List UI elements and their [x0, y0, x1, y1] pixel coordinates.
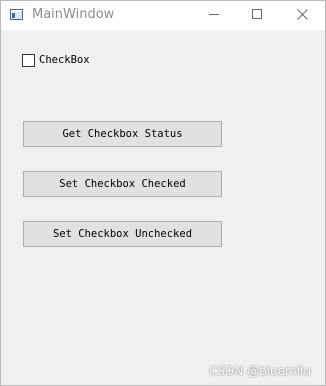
- maximize-button[interactable]: [237, 1, 283, 30]
- close-button[interactable]: [281, 1, 326, 30]
- window-title: MainWindow: [32, 7, 115, 22]
- watermark: CSDN @bluemliu: [209, 364, 311, 378]
- set-checkbox-unchecked-button[interactable]: Set Checkbox Unchecked: [23, 221, 222, 247]
- minimize-icon: [209, 14, 219, 15]
- close-icon: [297, 9, 308, 20]
- maximize-icon: [252, 9, 262, 19]
- title-bar[interactable]: MainWindow: [1, 1, 325, 30]
- checkbox[interactable]: CheckBox: [22, 53, 90, 67]
- checkbox-box[interactable]: [22, 53, 35, 67]
- app-icon: [10, 9, 23, 20]
- main-window: MainWindow CheckBox Get Checkbox Status …: [0, 0, 326, 386]
- minimize-button[interactable]: [191, 1, 237, 30]
- get-checkbox-status-button[interactable]: Get Checkbox Status: [23, 121, 222, 147]
- set-checkbox-checked-button[interactable]: Set Checkbox Checked: [23, 171, 222, 197]
- checkbox-label[interactable]: CheckBox: [39, 54, 90, 66]
